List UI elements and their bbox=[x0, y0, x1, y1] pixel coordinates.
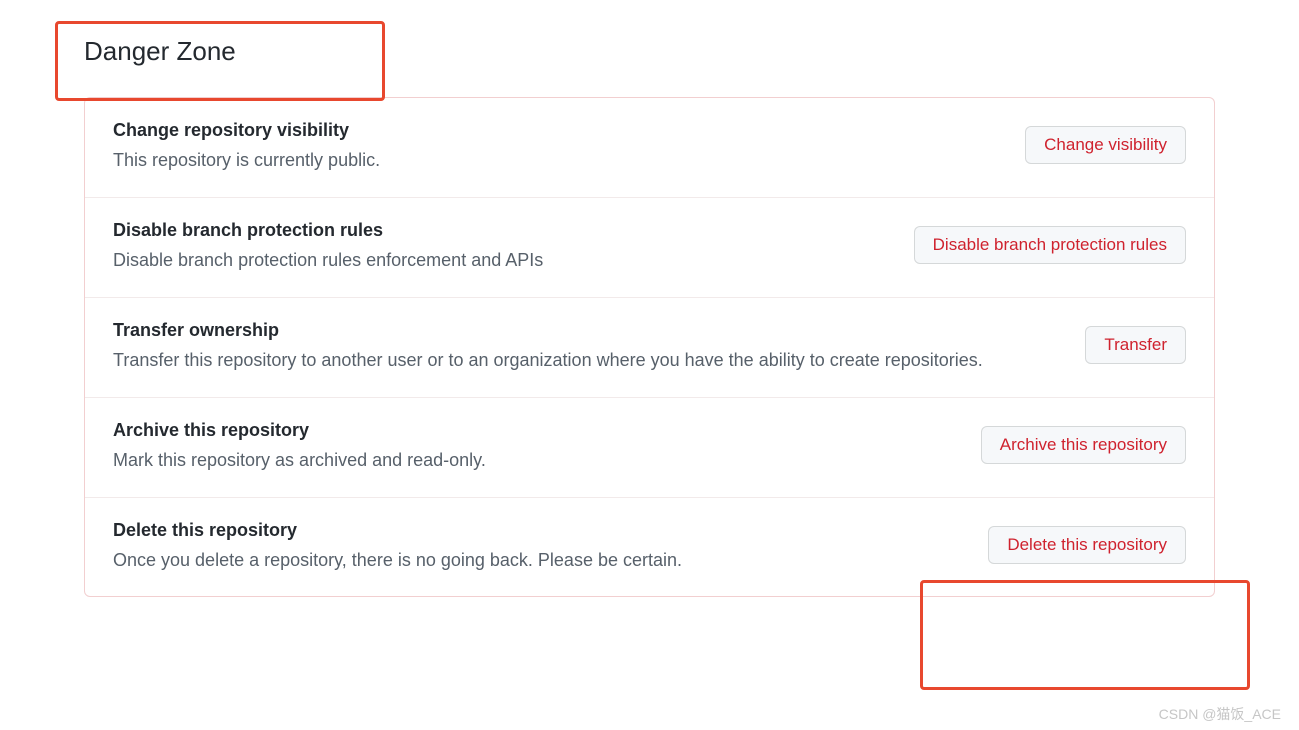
change-visibility-title: Change repository visibility bbox=[113, 120, 1005, 141]
delete-repository-desc: Once you delete a repository, there is n… bbox=[113, 547, 968, 575]
disable-branch-protection-desc: Disable branch protection rules enforcem… bbox=[113, 247, 894, 275]
archive-repository-row: Archive this repository Mark this reposi… bbox=[85, 398, 1214, 498]
disable-branch-protection-row: Disable branch protection rules Disable … bbox=[85, 198, 1214, 298]
transfer-button[interactable]: Transfer bbox=[1085, 326, 1186, 364]
row-text: Disable branch protection rules Disable … bbox=[113, 220, 914, 275]
row-text: Transfer ownership Transfer this reposit… bbox=[113, 320, 1085, 375]
change-visibility-button[interactable]: Change visibility bbox=[1025, 126, 1186, 164]
change-visibility-row: Change repository visibility This reposi… bbox=[85, 98, 1214, 198]
delete-repository-title: Delete this repository bbox=[113, 520, 968, 541]
row-text: Change repository visibility This reposi… bbox=[113, 120, 1025, 175]
archive-repository-desc: Mark this repository as archived and rea… bbox=[113, 447, 961, 475]
danger-zone-panel: Change repository visibility This reposi… bbox=[84, 97, 1215, 597]
highlight-box-delete bbox=[920, 580, 1250, 690]
transfer-ownership-row: Transfer ownership Transfer this reposit… bbox=[85, 298, 1214, 398]
highlight-box-title bbox=[55, 21, 385, 101]
row-text: Archive this repository Mark this reposi… bbox=[113, 420, 981, 475]
archive-repository-button[interactable]: Archive this repository bbox=[981, 426, 1186, 464]
delete-repository-button[interactable]: Delete this repository bbox=[988, 526, 1186, 564]
watermark-text: CSDN @猫饭_ACE bbox=[1159, 704, 1281, 724]
transfer-ownership-title: Transfer ownership bbox=[113, 320, 1065, 341]
archive-repository-title: Archive this repository bbox=[113, 420, 961, 441]
transfer-ownership-desc: Transfer this repository to another user… bbox=[113, 347, 1065, 375]
disable-branch-protection-button[interactable]: Disable branch protection rules bbox=[914, 226, 1186, 264]
disable-branch-protection-title: Disable branch protection rules bbox=[113, 220, 894, 241]
change-visibility-desc: This repository is currently public. bbox=[113, 147, 1005, 175]
row-text: Delete this repository Once you delete a… bbox=[113, 520, 988, 575]
